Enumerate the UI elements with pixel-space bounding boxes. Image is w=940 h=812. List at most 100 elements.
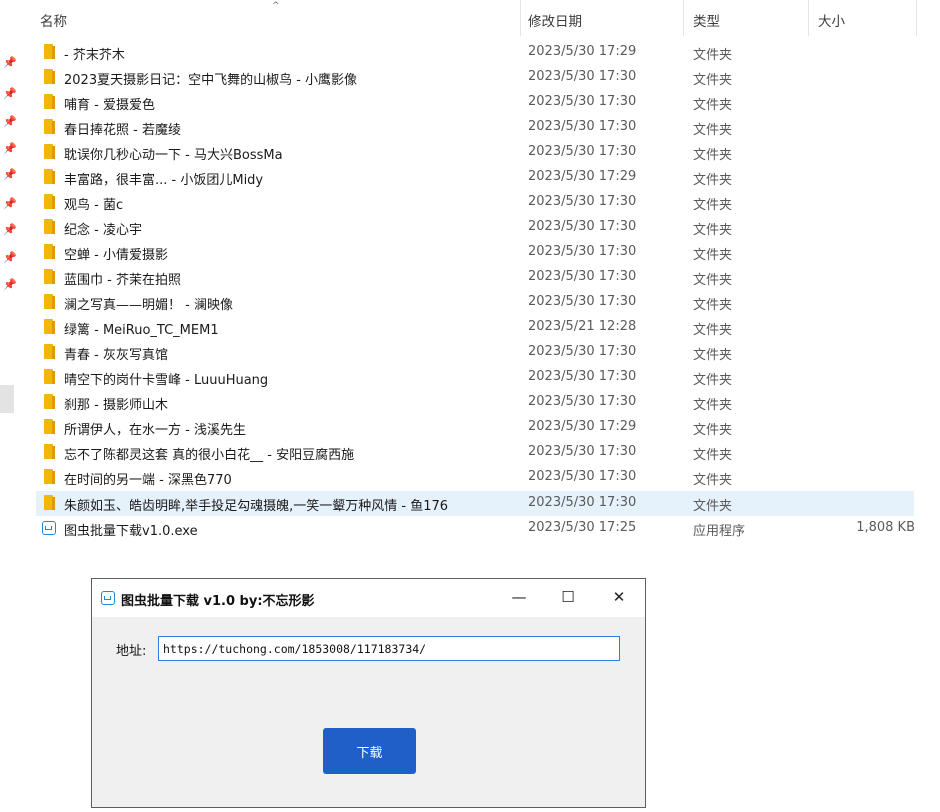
item-type: 应用程序 bbox=[693, 524, 746, 539]
folder-row[interactable]: 哺育 - 爱摄爱色 2023/5/30 17:30 文件夹 bbox=[0, 90, 915, 115]
folder-row[interactable]: 蓝围巾 - 芥茉在拍照 2023/5/30 17:30 文件夹 bbox=[0, 265, 915, 290]
item-date: 2023/5/21 12:28 bbox=[528, 319, 637, 334]
folder-icon bbox=[44, 94, 55, 109]
folder-icon bbox=[44, 44, 55, 59]
item-size: 1,808 KB bbox=[856, 520, 915, 535]
item-name: 空蝉 - 小倩爱摄影 bbox=[64, 248, 168, 263]
column-type-header[interactable]: 类型 bbox=[693, 10, 720, 30]
folder-row[interactable]: 晴空下的岗什卡雪峰 - LuuuHuang 2023/5/30 17:30 文件夹 bbox=[0, 365, 915, 390]
folder-row[interactable]: 在时间的另一端 - 深黑色770 2023/5/30 17:30 文件夹 bbox=[0, 465, 915, 490]
file-row[interactable]: 图虫批量下载v1.0.exe 2023/5/30 17:25 应用程序 1,808 K… bbox=[0, 516, 915, 541]
folder-row[interactable]: 春日捧花照 - 若魔绫 2023/5/30 17:30 文件夹 bbox=[0, 115, 915, 140]
folder-icon bbox=[44, 69, 55, 84]
item-type: 文件夹 bbox=[693, 448, 733, 463]
folder-row[interactable]: 耽误你几秒心动一下 - 马大兴BossMa 2023/5/30 17:30 文件夹 bbox=[0, 140, 915, 165]
item-name: 刹那 - 摄影师山木 bbox=[64, 398, 168, 413]
folder-row[interactable]: 绿篱 - MeiRuo_TC_MEM1 2023/5/21 12:28 文件夹 bbox=[0, 315, 915, 340]
folder-icon bbox=[44, 444, 55, 459]
column-divider[interactable] bbox=[520, 0, 521, 36]
item-name: - 芥末芥木 bbox=[64, 48, 125, 63]
item-name: 澜之写真——明媚！ - 澜映像 bbox=[64, 298, 233, 313]
item-name: 春日捧花照 - 若魔绫 bbox=[64, 123, 181, 138]
folder-row[interactable]: 空蝉 - 小倩爱摄影 2023/5/30 17:30 文件夹 bbox=[0, 240, 915, 265]
folder-row[interactable]: 朱颜如玉、皓齿明眸,举手投足勾魂摄魄,一笑一颦万种风情 - 鱼176 2023/5… bbox=[36, 491, 914, 516]
folder-row[interactable]: 青春 - 灰灰写真馆 2023/5/30 17:30 文件夹 bbox=[0, 340, 915, 365]
sort-indicator-icon: ^ bbox=[272, 1, 280, 11]
folder-row[interactable]: 观鸟 - 菌c 2023/5/30 17:30 文件夹 bbox=[0, 190, 915, 215]
column-name-header[interactable]: 名称 bbox=[40, 10, 67, 30]
folder-row[interactable]: 丰富路，很丰富... - 小饭团儿Midy 2023/5/30 17:29 文件夹 bbox=[0, 165, 915, 190]
column-size-header[interactable]: 大小 bbox=[818, 10, 845, 30]
item-name: 哺育 - 爱摄爱色 bbox=[64, 98, 155, 113]
item-type: 文件夹 bbox=[693, 123, 733, 138]
item-name: 青春 - 灰灰写真馆 bbox=[64, 348, 168, 363]
item-type: 文件夹 bbox=[693, 273, 733, 288]
item-type: 文件夹 bbox=[693, 148, 733, 163]
item-date: 2023/5/30 17:30 bbox=[528, 269, 637, 284]
item-name: 绿篱 - MeiRuo_TC_MEM1 bbox=[64, 323, 219, 338]
maximize-button[interactable]: ☐ bbox=[552, 583, 584, 611]
item-name: 朱颜如玉、皓齿明眸,举手投足勾魂摄魄,一笑一颦万种风情 - 鱼176 bbox=[64, 499, 449, 514]
download-button[interactable]: 下载 bbox=[323, 728, 416, 774]
address-input[interactable] bbox=[158, 636, 620, 661]
column-date-header[interactable]: 修改日期 bbox=[528, 10, 582, 30]
item-type: 文件夹 bbox=[693, 98, 733, 113]
item-type: 文件夹 bbox=[693, 73, 733, 88]
item-date: 2023/5/30 17:29 bbox=[528, 419, 637, 434]
folder-icon bbox=[44, 294, 55, 309]
item-date: 2023/5/30 17:30 bbox=[528, 244, 637, 259]
item-name: 图虫批量下载v1.0.exe bbox=[64, 524, 198, 539]
folder-icon bbox=[44, 419, 55, 434]
folder-row[interactable]: 澜之写真——明媚！ - 澜映像 2023/5/30 17:30 文件夹 bbox=[0, 290, 915, 315]
folder-row[interactable]: 纪念 - 凌心宇 2023/5/30 17:30 文件夹 bbox=[0, 215, 915, 240]
app-icon bbox=[101, 591, 115, 605]
item-date: 2023/5/30 17:30 bbox=[528, 69, 637, 84]
item-type: 文件夹 bbox=[693, 398, 733, 413]
folder-row[interactable]: 所谓伊人，在水一方 - 浅溪先生 2023/5/30 17:29 文件夹 bbox=[0, 415, 915, 440]
folder-icon bbox=[44, 344, 55, 359]
item-date: 2023/5/30 17:30 bbox=[528, 194, 637, 209]
item-name: 晴空下的岗什卡雪峰 - LuuuHuang bbox=[64, 373, 269, 388]
folder-icon bbox=[44, 394, 55, 409]
address-label: 地址: bbox=[116, 644, 147, 659]
column-divider[interactable] bbox=[916, 0, 917, 36]
item-date: 2023/5/30 17:25 bbox=[528, 520, 637, 535]
folder-row[interactable]: - 芥末芥木 2023/5/30 17:29 文件夹 bbox=[0, 40, 915, 65]
item-type: 文件夹 bbox=[693, 248, 733, 263]
item-type: 文件夹 bbox=[693, 499, 733, 514]
item-date: 2023/5/30 17:30 bbox=[528, 495, 637, 510]
item-name: 蓝围巾 - 芥茉在拍照 bbox=[64, 273, 181, 288]
dialog-title: 图虫批量下载 v1.0 by:不忘形影 bbox=[121, 594, 315, 609]
folder-icon bbox=[44, 219, 55, 234]
item-type: 文件夹 bbox=[693, 348, 733, 363]
folder-icon bbox=[44, 369, 55, 384]
item-type: 文件夹 bbox=[693, 323, 733, 338]
folder-icon bbox=[44, 269, 55, 284]
item-date: 2023/5/30 17:30 bbox=[528, 119, 637, 134]
item-type: 文件夹 bbox=[693, 298, 733, 313]
close-button[interactable]: ✕ bbox=[603, 583, 635, 611]
item-type: 文件夹 bbox=[693, 48, 733, 63]
item-name: 纪念 - 凌心宇 bbox=[64, 223, 142, 238]
column-header: ^ 名称 修改日期 类型 大小 bbox=[0, 0, 940, 38]
item-type: 文件夹 bbox=[693, 198, 733, 213]
item-name: 2023夏天摄影日记：空中飞舞的山椒鸟 - 小鹰影像 bbox=[64, 73, 358, 88]
item-name: 耽误你几秒心动一下 - 马大兴BossMa bbox=[64, 148, 283, 163]
folder-icon bbox=[44, 169, 55, 184]
item-date: 2023/5/30 17:30 bbox=[528, 444, 637, 459]
folder-row[interactable]: 忘不了陈都灵这套 真的很小白花__ - 安阳豆腐西施 2023/5/30 17:3… bbox=[0, 440, 915, 465]
folder-row[interactable]: 刹那 - 摄影师山木 2023/5/30 17:30 文件夹 bbox=[0, 390, 915, 415]
folder-row[interactable]: 2023夏天摄影日记：空中飞舞的山椒鸟 - 小鹰影像 2023/5/30 17:3… bbox=[0, 65, 915, 90]
item-date: 2023/5/30 17:30 bbox=[528, 294, 637, 309]
column-divider[interactable] bbox=[683, 0, 684, 36]
folder-icon bbox=[44, 144, 55, 159]
minimize-button[interactable]: — bbox=[503, 583, 535, 611]
folder-icon bbox=[44, 194, 55, 209]
item-date: 2023/5/30 17:30 bbox=[528, 219, 637, 234]
item-type: 文件夹 bbox=[693, 223, 733, 238]
column-divider[interactable] bbox=[808, 0, 809, 36]
item-date: 2023/5/30 17:30 bbox=[528, 144, 637, 159]
dialog-titlebar[interactable]: 图虫批量下载 v1.0 by:不忘形影 — ☐ ✕ bbox=[92, 579, 645, 617]
downloader-dialog: 图虫批量下载 v1.0 by:不忘形影 — ☐ ✕ 地址: 下载 bbox=[91, 578, 646, 808]
item-type: 文件夹 bbox=[693, 473, 733, 488]
